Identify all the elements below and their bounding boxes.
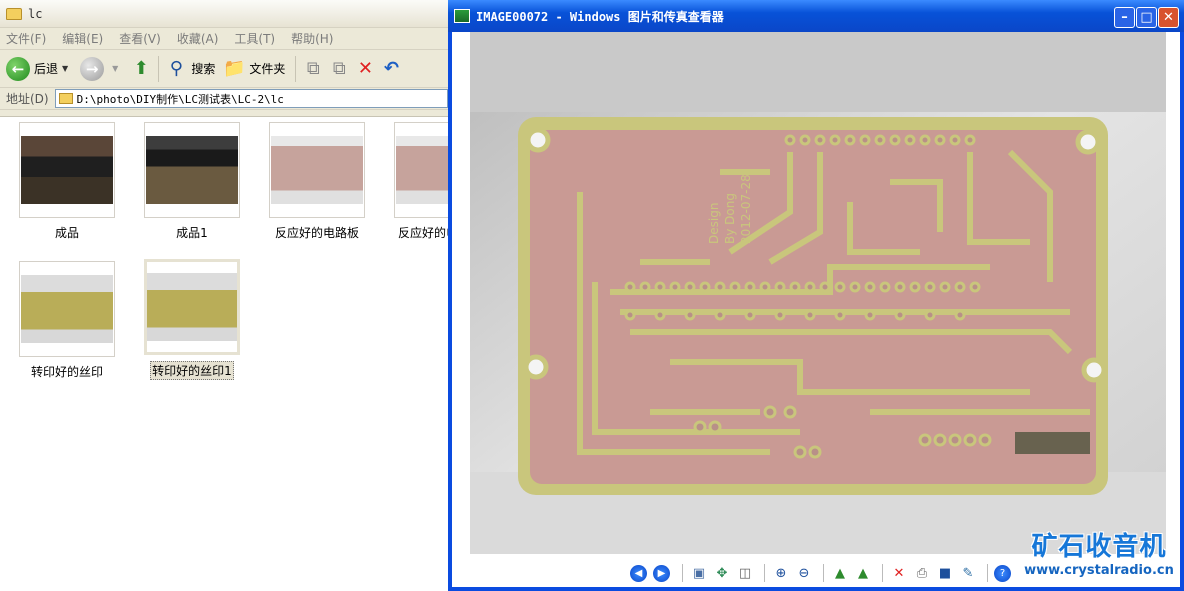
best-fit-icon[interactable]: ▣ bbox=[689, 563, 709, 583]
toolbar-separator bbox=[882, 564, 883, 582]
zoom-in-icon[interactable]: ⊕ bbox=[771, 563, 791, 583]
pcb-photo-graphic: Design By Dong 2012-07-28 bbox=[470, 32, 1166, 554]
minimize-icon: – bbox=[1121, 10, 1128, 25]
address-input[interactable]: D:\photo\DIY制作\LC测试表\LC-2\lc bbox=[54, 89, 448, 108]
search-button[interactable]: ⚲ 搜索 bbox=[165, 58, 216, 80]
forward-icon: → bbox=[80, 56, 105, 81]
menu-view[interactable]: 查看(V) bbox=[119, 30, 161, 47]
file-item[interactable]: 成品 bbox=[12, 122, 122, 241]
board-text-date: 2012-07-28 bbox=[739, 174, 753, 244]
watermark-logo-text: 矿石收音机 bbox=[1031, 532, 1167, 562]
image-viewer-window: IMAGE00072 - Windows 图片和传真查看器 – □ ✕ Desi… bbox=[448, 0, 1184, 591]
thumbnail bbox=[394, 122, 450, 218]
move-icon[interactable]: ⧉ bbox=[302, 58, 324, 80]
file-name: 成品 bbox=[54, 226, 79, 240]
print-icon[interactable]: ⎙ bbox=[912, 563, 932, 583]
maximize-icon: □ bbox=[1140, 10, 1153, 25]
toolbar-separator bbox=[823, 564, 824, 582]
copy-icon[interactable]: ⧉ bbox=[328, 58, 350, 80]
back-button[interactable]: ← 后退 ▼ bbox=[6, 56, 72, 81]
forward-dropdown-icon[interactable]: ▼ bbox=[112, 64, 118, 73]
back-label: 后退 bbox=[34, 62, 59, 76]
board-text-design: Design bbox=[707, 203, 721, 244]
viewer-titlebar[interactable]: IMAGE00072 - Windows 图片和传真查看器 bbox=[448, 0, 1184, 32]
open-editor-icon[interactable]: ✎ bbox=[958, 563, 978, 583]
menu-help[interactable]: 帮助(H) bbox=[291, 30, 333, 47]
maximize-button[interactable]: □ bbox=[1136, 7, 1157, 28]
folder-icon bbox=[58, 93, 73, 104]
thumbnail bbox=[144, 259, 240, 355]
thumbnail bbox=[144, 122, 240, 218]
zoom-out-icon[interactable]: ⊖ bbox=[794, 563, 814, 583]
file-item-selected[interactable]: 转印好的丝印1 bbox=[137, 259, 247, 380]
file-item[interactable]: 转印好的丝印 bbox=[12, 261, 122, 380]
toolbar-separator bbox=[764, 564, 765, 582]
address-text: D:\photo\DIY制作\LC测试表\LC-2\lc bbox=[76, 92, 284, 106]
viewer-title: IMAGE00072 - Windows 图片和传真查看器 bbox=[476, 9, 724, 24]
explorer-toolbar: ← 后退 ▼ → ▼ ⬆ ⚲ 搜索 📁 文件夹 ⧉ ⧉ ✕ ↶ bbox=[0, 50, 450, 88]
toolbar-separator bbox=[682, 564, 683, 582]
folders-label: 文件夹 bbox=[249, 62, 286, 76]
board-text-author: By Dong bbox=[723, 193, 737, 244]
file-name: 反应好的电 bbox=[398, 226, 450, 240]
back-icon: ← bbox=[6, 56, 30, 81]
slideshow-icon[interactable]: ◫ bbox=[735, 563, 755, 583]
minimize-button[interactable]: – bbox=[1114, 7, 1135, 28]
file-name: 转印好的丝印 bbox=[30, 365, 103, 379]
file-item[interactable]: 反应好的电路板 bbox=[262, 122, 372, 241]
file-name: 反应好的电路板 bbox=[274, 226, 359, 240]
explorer-title: lc bbox=[28, 6, 43, 21]
undo-icon[interactable]: ↶ bbox=[380, 58, 402, 80]
menu-tools[interactable]: 工具(T) bbox=[234, 30, 275, 47]
file-item[interactable]: 反应好的电 bbox=[387, 122, 450, 241]
up-icon[interactable]: ⬆ bbox=[130, 58, 152, 80]
toolbar-separator bbox=[158, 55, 160, 82]
file-list: 成品 成品1 反应好的电路板 反应好的电 转印好的丝印 转印好的丝印1 bbox=[0, 116, 450, 591]
address-bar: 地址(D) D:\photo\DIY制作\LC测试表\LC-2\lc bbox=[0, 88, 450, 110]
viewer-app-icon bbox=[454, 9, 470, 23]
save-icon[interactable]: ■ bbox=[935, 563, 955, 583]
prev-icon[interactable]: ◀ bbox=[630, 564, 647, 582]
site-watermark: 矿石收音机 www.crystalradio.cn bbox=[1016, 532, 1182, 588]
file-name: 成品1 bbox=[176, 226, 208, 240]
search-icon: ⚲ bbox=[169, 58, 183, 79]
rotate-cw-icon[interactable]: ▲ bbox=[830, 563, 850, 583]
viewer-content: Design By Dong 2012-07-28 ◀ ▶ ▣ ✥ ◫ ⊕ ⊖ … bbox=[452, 32, 1180, 587]
delete-icon[interactable]: ✕ bbox=[889, 563, 909, 583]
menu-edit[interactable]: 编辑(E) bbox=[62, 30, 103, 47]
menu-file[interactable]: 文件(F) bbox=[6, 30, 46, 47]
address-label: 地址(D) bbox=[6, 92, 49, 106]
file-name: 转印好的丝印1 bbox=[150, 361, 234, 380]
folders-button[interactable]: 📁 文件夹 bbox=[223, 58, 285, 80]
search-label: 搜索 bbox=[191, 62, 216, 76]
delete-icon[interactable]: ✕ bbox=[354, 58, 376, 80]
pcb-photo[interactable]: Design By Dong 2012-07-28 bbox=[470, 32, 1166, 554]
help-icon[interactable]: ? bbox=[994, 564, 1011, 582]
back-dropdown-icon[interactable]: ▼ bbox=[62, 64, 68, 73]
explorer-titlebar[interactable]: lc bbox=[0, 0, 450, 28]
pcb-board: Design By Dong 2012-07-28 bbox=[518, 117, 1108, 495]
forward-button[interactable]: → ▼ bbox=[80, 56, 122, 81]
folder-icon bbox=[6, 7, 22, 20]
menu-favorites[interactable]: 收藏(A) bbox=[177, 30, 219, 47]
watermark-url: www.crystalradio.cn bbox=[1024, 563, 1174, 578]
close-icon: ✕ bbox=[1163, 10, 1174, 25]
toolbar-separator bbox=[987, 564, 988, 582]
actual-size-icon[interactable]: ✥ bbox=[712, 563, 732, 583]
rotate-ccw-icon[interactable]: ▲ bbox=[853, 563, 873, 583]
close-button[interactable]: ✕ bbox=[1158, 7, 1179, 28]
menu-bar: 文件(F) 编辑(E) 查看(V) 收藏(A) 工具(T) 帮助(H) bbox=[0, 28, 450, 50]
next-icon[interactable]: ▶ bbox=[653, 564, 670, 582]
toolbar-separator bbox=[295, 55, 297, 82]
file-item[interactable]: 成品1 bbox=[137, 122, 247, 241]
thumbnail bbox=[269, 122, 365, 218]
folders-icon: 📁 bbox=[223, 58, 246, 79]
thumbnail bbox=[19, 261, 115, 357]
explorer-window: lc 文件(F) 编辑(E) 查看(V) 收藏(A) 工具(T) 帮助(H) ←… bbox=[0, 0, 450, 591]
thumbnail bbox=[19, 122, 115, 218]
